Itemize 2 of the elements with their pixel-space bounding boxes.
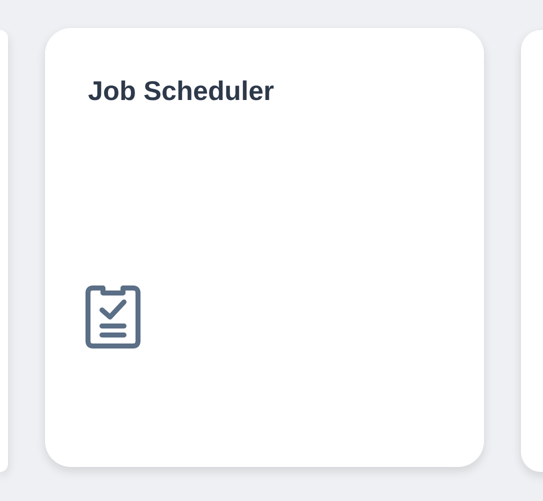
card-title: Job Scheduler [88, 75, 274, 108]
checklist-icon [85, 284, 141, 350]
